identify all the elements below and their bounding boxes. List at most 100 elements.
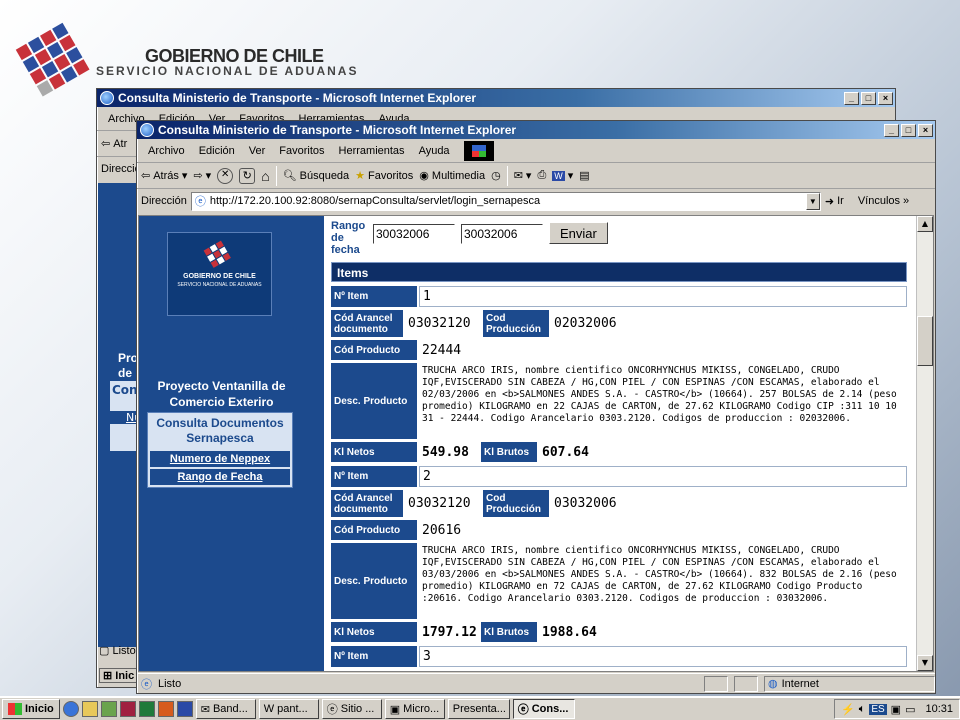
taskbar: Inicio ✉ Band... Wpant... ⓔ Sitio ... ▣ Mic… [0, 696, 960, 720]
outlook-quicklaunch-icon[interactable] [81, 701, 98, 717]
close-button[interactable]: × [878, 91, 893, 105]
back-button[interactable]: ⇦ Atrás ▾ [141, 169, 187, 183]
scroll-up-button[interactable]: ▲ [917, 216, 933, 232]
links-button[interactable]: Vínculos » [858, 195, 909, 207]
mail-icon: ✉ [513, 170, 523, 182]
mail-button[interactable]: ✉ ▾ [514, 169, 532, 182]
cod-producto-label: Cód Producto [331, 520, 417, 540]
items-header: Items [331, 262, 907, 282]
ie-quicklaunch-icon[interactable] [62, 701, 79, 717]
window-titlebar[interactable]: Consulta Ministerio de Transporte - Micr… [137, 121, 935, 139]
scroll-thumb[interactable] [917, 316, 933, 366]
codes-row: Cód Arancel documento 03032120 Cod Produ… [331, 490, 907, 517]
access-quicklaunch-icon[interactable] [119, 701, 136, 717]
minimize-button[interactable]: _ [844, 91, 859, 105]
rango-label: Rango de fecha [331, 220, 366, 256]
desktop-quicklaunch-icon[interactable] [100, 701, 117, 717]
menu-archivo[interactable]: Archivo [148, 145, 185, 157]
desc-producto-value: TRUCHA ARCO IRIS, nombre cientifico ONCO… [422, 365, 897, 424]
stop-button[interactable]: ✕ [217, 167, 234, 184]
edit-button[interactable]: W ▾ [552, 169, 573, 182]
addressbar: Dirección ⓔ http://172.20.100.92:8080/se… [137, 189, 935, 213]
tray-app-icon[interactable]: ▣ [891, 703, 901, 716]
home-button[interactable]: ⌂ [261, 168, 269, 184]
network-icon[interactable]: ⚡ [841, 703, 855, 716]
favorites-button[interactable]: ★ Favoritos [355, 169, 413, 183]
address-label: Direcció [101, 163, 141, 175]
back-button[interactable]: ⇦ Atr [101, 137, 127, 151]
task-micro[interactable]: ▣ Micro... [384, 699, 445, 719]
vertical-scrollbar[interactable]: ▲ ▼ [916, 216, 933, 671]
cod-produccion-value: 02032006 [554, 316, 617, 331]
print-button[interactable]: ⎙ [537, 169, 546, 182]
address-input[interactable]: ⓔ http://172.20.100.92:8080/sernapConsul… [190, 191, 821, 211]
cod-produccion-label: Cod Producción [483, 490, 549, 517]
link-rango-fecha[interactable]: Rango de Fecha [150, 469, 290, 485]
multimedia-button[interactable]: ◉ Multimedia [419, 169, 485, 183]
ie-icon: ⓔ [517, 704, 529, 716]
maximize-button[interactable]: □ [861, 91, 876, 105]
language-indicator[interactable]: ES [869, 703, 887, 715]
page-icon: ⓔ [194, 196, 206, 208]
date-to-input[interactable] [461, 224, 543, 244]
browser-window[interactable]: Consulta Ministerio de Transporte - Micr… [136, 120, 936, 694]
address-url: http://172.20.100.92:8080/sernapConsulta… [209, 195, 541, 207]
close-button[interactable]: × [918, 123, 933, 137]
menu-ver[interactable]: Ver [249, 145, 266, 157]
consulta-menu-header: Consulta Documentos Sernapesca [156, 416, 284, 445]
statusbar: ⓔ Listo ◍ Internet [137, 673, 935, 693]
menu-ayuda[interactable]: Ayuda [419, 145, 450, 157]
ie-icon [100, 91, 114, 105]
desc-row: Desc. Producto TRUCHA ARCO IRIS, nombre … [331, 363, 907, 439]
item-number-value: 1 [419, 286, 907, 307]
back-window-titlebar[interactable]: Consulta Ministerio de Transporte - Micr… [97, 89, 895, 107]
minimize-button[interactable]: _ [884, 123, 899, 137]
task-band[interactable]: ✉ Band... [195, 699, 256, 719]
gobierno-logo [15, 22, 90, 97]
menu-edicion[interactable]: Edición [199, 145, 235, 157]
scroll-down-button[interactable]: ▼ [917, 655, 933, 671]
send-button[interactable]: Enviar [549, 222, 608, 244]
kl-netos-label: Kl Netos [331, 622, 417, 642]
desc-producto-label: Desc. Producto [331, 363, 417, 439]
search-button[interactable]: 🔍︎ Búsqueda [283, 169, 350, 183]
back-window-title: Consulta Ministerio de Transporte - Micr… [118, 91, 477, 105]
clock: 10:31 [925, 703, 953, 715]
item-number-label: Nº Item [331, 286, 417, 307]
go-button[interactable]: ➜ Ir [825, 195, 844, 208]
item-number-row: Nº Item 2 [331, 466, 907, 487]
menubar: Archivo Edición Ver Favoritos Herramient… [137, 139, 935, 163]
toolbar: ⇦ Atrás ▾ ⇨ ▾ ✕ ↻ ⌂ 🔍︎ Búsqueda ★ Favoritos… [137, 163, 935, 189]
powerpoint-icon: ▣ [389, 703, 401, 716]
excel-quicklaunch-icon[interactable] [138, 701, 155, 717]
cod-producto-label: Cód Producto [331, 340, 417, 360]
menu-herramientas[interactable]: Herramientas [339, 145, 405, 157]
link-numero-neppex[interactable]: Numero de Neppex [150, 451, 290, 467]
task-pant[interactable]: Wpant... [258, 699, 319, 719]
back-start-button[interactable]: ⊞ Inic [99, 668, 139, 683]
address-dropdown-button[interactable]: ▼ [805, 192, 820, 210]
maximize-button[interactable]: □ [901, 123, 916, 137]
menu-favoritos[interactable]: Favoritos [279, 145, 324, 157]
stop-icon: ✕ [217, 167, 234, 184]
weights-row: Kl Netos 1797.12 Kl Brutos 1988.64 [331, 622, 907, 642]
date-range-form: Rango de fecha Enviar [331, 220, 608, 256]
cod-producto-value: 20616 [422, 522, 462, 538]
task-presenta[interactable]: Presenta... [447, 699, 510, 719]
toolbar-separator [275, 165, 277, 186]
print-icon: ⎙ [537, 169, 547, 181]
start-button[interactable]: Inicio [2, 699, 60, 719]
refresh-button[interactable]: ↻ [239, 167, 256, 184]
task-cons[interactable]: ⓔ Cons... [512, 699, 575, 719]
display-icon[interactable]: ▭ [905, 703, 915, 716]
task-sitio[interactable]: ⓔ Sitio ... [321, 699, 382, 719]
history-button[interactable]: ◷ [491, 169, 501, 182]
date-from-input[interactable] [373, 224, 455, 244]
weights-row: Kl Netos 549.98 Kl Brutos 607.64 [331, 442, 907, 462]
status-page-icon: ⓔ [141, 678, 152, 691]
discuss-button[interactable]: ▤ [579, 169, 589, 182]
volume-icon[interactable]: 🔈︎ [859, 703, 866, 716]
powerpoint-quicklaunch-icon[interactable] [157, 701, 174, 717]
forward-button[interactable]: ⇨ ▾ [193, 169, 211, 182]
word-quicklaunch-icon[interactable] [176, 701, 193, 717]
